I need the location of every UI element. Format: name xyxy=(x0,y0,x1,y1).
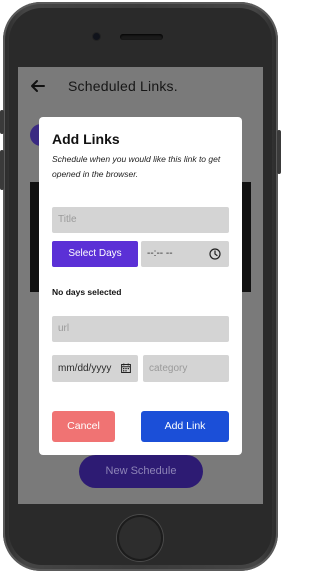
background-card-edge xyxy=(241,182,251,292)
page-title: Scheduled Links. xyxy=(68,78,178,94)
cancel-button[interactable]: Cancel xyxy=(52,411,115,442)
app-bar: Scheduled Links. xyxy=(18,67,263,107)
category-input[interactable]: category xyxy=(143,355,229,382)
phone-side-button xyxy=(277,130,281,174)
add-links-dialog: Add Links Schedule when you would like t… xyxy=(39,117,242,455)
dialog-subtitle: Schedule when you would like this link t… xyxy=(52,154,221,179)
add-link-button[interactable]: Add Link xyxy=(141,411,229,442)
url-input[interactable]: url xyxy=(52,316,229,342)
home-button[interactable] xyxy=(117,515,163,561)
select-days-button[interactable]: Select Days xyxy=(52,241,138,267)
phone-side-button xyxy=(0,110,4,134)
title-input[interactable]: Title xyxy=(52,207,229,233)
dialog-title: Add Links xyxy=(52,131,120,147)
phone-side-button xyxy=(0,150,4,190)
new-schedule-button: New Schedule xyxy=(79,455,203,488)
days-status-text: No days selected xyxy=(52,287,122,297)
speaker xyxy=(120,34,163,40)
camera xyxy=(93,33,100,40)
calendar-icon[interactable] xyxy=(121,363,131,373)
clock-icon[interactable] xyxy=(209,248,221,260)
back-arrow-icon[interactable] xyxy=(30,78,46,94)
